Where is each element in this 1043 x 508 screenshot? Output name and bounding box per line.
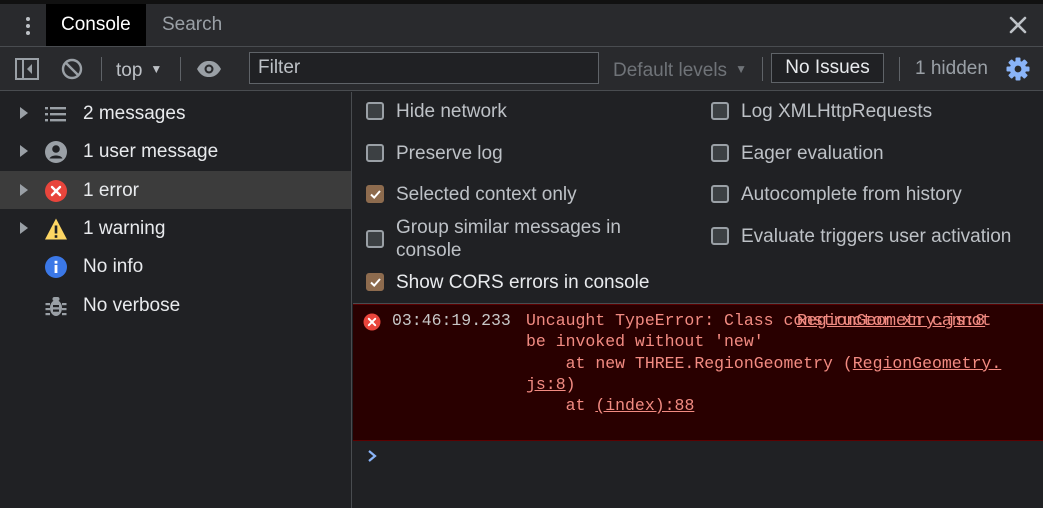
preserve-log-checkbox[interactable]: Preserve log bbox=[366, 142, 666, 168]
sidebar-item-label: 2 messages bbox=[83, 103, 186, 124]
toolbar-divider bbox=[101, 57, 102, 81]
log-xhr-checkbox[interactable]: Log XMLHttpRequests bbox=[711, 100, 1031, 126]
stack-frame-link[interactable]: (index):88 bbox=[595, 396, 694, 415]
checkbox[interactable] bbox=[366, 102, 384, 120]
console-prompt[interactable] bbox=[353, 442, 1043, 508]
context-label: top bbox=[116, 60, 143, 81]
toolbar-divider bbox=[180, 57, 181, 81]
error-message: Uncaught TypeError: Class constructor xn… bbox=[526, 311, 1002, 352]
selected-context-only-checkbox[interactable]: Selected context only bbox=[366, 183, 666, 209]
option-label: Log XMLHttpRequests bbox=[741, 101, 933, 122]
filter-input[interactable] bbox=[249, 52, 599, 84]
context-selector[interactable]: top ▼ bbox=[116, 55, 162, 83]
console-settings-panel: Hide network Preserve log Selected conte… bbox=[353, 92, 1043, 304]
bug-icon bbox=[45, 297, 67, 316]
autocomplete-history-checkbox[interactable]: Autocomplete from history bbox=[711, 183, 1031, 209]
tab-bar: Console Search bbox=[0, 0, 1043, 47]
sidebar-item-label: No verbose bbox=[83, 295, 181, 316]
clear-console-icon[interactable] bbox=[59, 56, 85, 82]
prompt-chevron-icon bbox=[368, 450, 377, 462]
error-text: Uncaught TypeError: Class constructor xn… bbox=[526, 310, 1006, 416]
expand-arrow-icon[interactable] bbox=[18, 182, 30, 198]
checkbox[interactable] bbox=[711, 185, 729, 203]
console-toolbar: top ▼ Default levels ▼ No Issues 1 hidden bbox=[0, 47, 1043, 91]
option-label: Eager evaluation bbox=[741, 143, 884, 164]
more-options-icon[interactable] bbox=[14, 11, 42, 41]
expand-arrow-icon[interactable] bbox=[18, 143, 30, 159]
warning-icon bbox=[45, 218, 67, 240]
sidebar-item-errors[interactable]: 1 error bbox=[0, 171, 351, 209]
console-sidebar: 2 messages 1 user message 1 error 1 warn… bbox=[0, 92, 352, 508]
hide-network-checkbox[interactable]: Hide network bbox=[366, 100, 666, 126]
option-label: Selected context only bbox=[396, 184, 577, 205]
checkbox-checked[interactable] bbox=[366, 273, 384, 291]
sidebar-item-label: 1 error bbox=[83, 180, 139, 201]
sidebar-item-verbose[interactable]: No verbose bbox=[0, 286, 351, 324]
option-label: Preserve log bbox=[396, 143, 503, 164]
sidebar-item-label: 1 warning bbox=[83, 218, 166, 239]
checkbox[interactable] bbox=[711, 227, 729, 245]
log-levels-label: Default levels bbox=[613, 60, 728, 81]
sidebar-item-info[interactable]: No info bbox=[0, 247, 351, 285]
checkbox-checked[interactable] bbox=[366, 185, 384, 203]
checkbox[interactable] bbox=[711, 102, 729, 120]
option-label: Group similar messages in console bbox=[396, 217, 621, 261]
option-label: Autocomplete from history bbox=[741, 184, 962, 205]
stack-frame-prefix: at bbox=[526, 396, 596, 416]
sidebar-item-label: 1 user message bbox=[83, 141, 219, 162]
sidebar-item-messages[interactable]: 2 messages bbox=[0, 94, 351, 132]
checkbox[interactable] bbox=[711, 144, 729, 162]
sidebar-item-warnings[interactable]: 1 warning bbox=[0, 209, 351, 247]
stack-frame-prefix: at new THREE.RegionGeometry ( bbox=[526, 353, 853, 373]
hidden-count: 1 hidden bbox=[915, 58, 988, 79]
stack-frame-suffix: ) bbox=[565, 374, 576, 394]
list-icon bbox=[45, 107, 66, 122]
group-similar-checkbox[interactable]: Group similar messages in console bbox=[366, 216, 666, 262]
option-label: Hide network bbox=[396, 101, 507, 122]
gear-icon[interactable] bbox=[1005, 56, 1031, 82]
expand-arrow-icon[interactable] bbox=[18, 105, 30, 121]
toolbar-divider bbox=[899, 57, 900, 81]
console-input[interactable] bbox=[393, 446, 1023, 472]
toolbar-divider bbox=[762, 57, 763, 81]
error-icon bbox=[45, 180, 67, 202]
console-error-message[interactable]: 03:46:19.233 RegionGeometry.js:8 Uncaugh… bbox=[353, 304, 1043, 441]
log-levels-dropdown[interactable]: Default levels ▼ bbox=[613, 55, 747, 83]
expand-arrow-icon[interactable] bbox=[18, 220, 30, 236]
checkmark-icon bbox=[370, 190, 381, 200]
chevron-down-icon: ▼ bbox=[735, 62, 747, 76]
checkmark-icon bbox=[370, 278, 381, 288]
eye-icon[interactable] bbox=[196, 56, 222, 82]
issues-button[interactable]: No Issues bbox=[771, 53, 884, 83]
checkbox[interactable] bbox=[366, 144, 384, 162]
sidebar-item-label: No info bbox=[83, 256, 144, 277]
message-timestamp: 03:46:19.233 bbox=[392, 311, 511, 330]
tab-console[interactable]: Console bbox=[46, 4, 146, 46]
tab-search[interactable]: Search bbox=[147, 4, 237, 46]
show-cors-errors-checkbox[interactable]: Show CORS errors in console bbox=[366, 271, 666, 297]
info-icon bbox=[45, 256, 67, 278]
checkbox[interactable] bbox=[366, 230, 384, 248]
chevron-down-icon: ▼ bbox=[150, 62, 163, 76]
sidebar-item-user-messages[interactable]: 1 user message bbox=[0, 132, 351, 170]
user-icon bbox=[45, 141, 67, 163]
close-icon[interactable] bbox=[1003, 10, 1033, 40]
option-label: Show CORS errors in console bbox=[396, 272, 650, 293]
option-label: Evaluate triggers user activation bbox=[741, 226, 1012, 247]
sidebar-toggle-icon[interactable] bbox=[14, 56, 40, 82]
evaluate-triggers-checkbox[interactable]: Evaluate triggers user activation bbox=[711, 225, 1031, 251]
eager-evaluation-checkbox[interactable]: Eager evaluation bbox=[711, 142, 1031, 168]
error-icon bbox=[363, 313, 381, 331]
